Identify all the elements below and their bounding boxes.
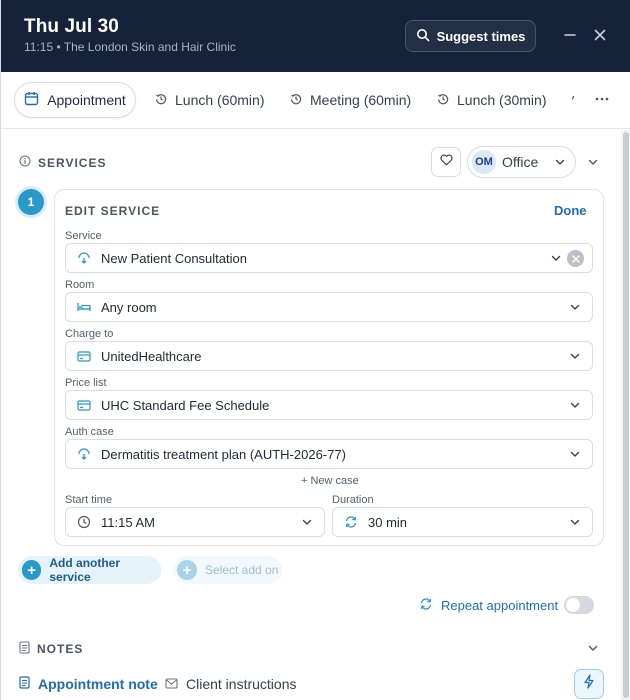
page-subtitle: 11:15 • The London Skin and Hair Clinic <box>24 40 236 54</box>
new-case-link[interactable]: + New case <box>301 475 359 487</box>
charge-to-value: UnitedHealthcare <box>101 348 202 364</box>
select-add-on-button[interactable]: + Select add on <box>173 556 282 584</box>
repeat-toggle[interactable] <box>564 596 594 614</box>
tab-label: Appointment <box>47 92 126 108</box>
notes-collapse-icon[interactable] <box>585 640 601 656</box>
price-list-value: UHC Standard Fee Schedule <box>101 397 270 413</box>
document-icon <box>19 641 30 657</box>
room-select[interactable]: Any room <box>65 292 593 322</box>
suggest-times-label: Suggest times <box>436 28 526 44</box>
price-list-label: Price list <box>65 377 107 389</box>
service-select[interactable]: New Patient Consultation <box>65 243 593 273</box>
auth-case-select[interactable]: Dermatitis treatment plan (AUTH-2026-77) <box>65 439 593 469</box>
repeat-icon <box>343 514 359 530</box>
quick-actions-button[interactable] <box>574 669 604 699</box>
chevron-down-icon <box>569 350 581 365</box>
lightning-icon <box>583 674 595 694</box>
repeat-appointment-link[interactable]: Repeat appointment <box>419 597 558 614</box>
more-tabs-icon[interactable] <box>595 92 609 111</box>
service-icon <box>76 250 92 266</box>
plus-icon: + <box>22 560 42 580</box>
chevron-down-icon <box>569 399 581 414</box>
history-icon <box>290 92 302 108</box>
scrollbar-thumb[interactable] <box>623 132 629 698</box>
charge-to-select[interactable]: UnitedHealthcare <box>65 341 593 371</box>
office-label: Office <box>502 154 539 170</box>
duration-value: 30 min <box>368 514 408 530</box>
room-value: Any room <box>101 299 157 315</box>
duration-label: Duration <box>332 494 374 506</box>
chevron-down-icon <box>569 516 581 531</box>
office-avatar: OM <box>472 150 496 174</box>
start-time-value: 11:15 AM <box>101 514 155 530</box>
step-number: 1 <box>18 189 44 215</box>
toggle-knob <box>566 598 580 612</box>
favorite-button[interactable] <box>431 147 461 177</box>
service-icon <box>76 446 92 462</box>
tab-label: Lunch (60min) <box>175 92 265 108</box>
chevron-down-icon <box>569 301 581 316</box>
tab-client-instructions[interactable]: Client instructions <box>165 676 297 692</box>
start-time-select[interactable]: 11:15 AM <box>65 507 325 537</box>
services-heading: SERVICES <box>19 155 106 170</box>
suggest-times-button[interactable]: Suggest times <box>405 20 536 52</box>
history-icon <box>571 92 579 108</box>
credit-card-icon <box>76 397 92 413</box>
repeat-icon <box>419 597 433 614</box>
service-value: New Patient Consultation <box>101 250 247 266</box>
tab-lunch-60[interactable]: Lunch (60min) <box>155 82 265 118</box>
calendar-icon <box>24 91 39 109</box>
tab-appointment[interactable]: Appointment <box>14 82 136 118</box>
service-label: Service <box>65 230 102 242</box>
appointment-type-tabs: Appointment Lunch (60min) Meeting (60min… <box>1 72 630 129</box>
minimize-icon[interactable] <box>559 24 581 46</box>
credit-card-icon <box>76 348 92 364</box>
tab-lunch-30[interactable]: Lunch (30min) <box>437 82 547 118</box>
tab-meeting-60[interactable]: Meeting (60min) <box>290 82 411 118</box>
chevron-down-icon <box>569 448 581 463</box>
done-button[interactable]: Done <box>554 203 587 218</box>
services-collapse-icon[interactable] <box>585 154 601 170</box>
appointment-panel: Thu Jul 30 11:15 • The London Skin and H… <box>0 0 630 700</box>
heart-icon <box>439 153 453 171</box>
tab-appointment-note[interactable]: Appointment note <box>19 676 158 692</box>
price-list-select[interactable]: UHC Standard Fee Schedule <box>65 390 593 420</box>
office-select[interactable]: OM Office <box>467 146 576 178</box>
auth-case-label: Auth case <box>65 426 114 438</box>
auth-case-value: Dermatitis treatment plan (AUTH-2026-77) <box>101 446 346 462</box>
search-icon <box>416 28 430 45</box>
chevron-down-icon <box>550 252 562 267</box>
history-icon <box>437 92 449 108</box>
document-icon <box>19 676 30 692</box>
history-icon <box>155 92 167 108</box>
start-time-label: Start time <box>65 494 113 506</box>
notes-heading: NOTES <box>19 641 83 657</box>
plus-icon: + <box>177 560 197 580</box>
page-title: Thu Jul 30 <box>24 16 119 37</box>
charge-to-label: Charge to <box>65 328 114 340</box>
chevron-down-icon <box>554 156 566 168</box>
info-icon <box>19 155 31 170</box>
room-label: Room <box>65 279 95 291</box>
clock-icon <box>76 514 92 530</box>
tab-label: Meeting (60min) <box>310 92 412 108</box>
tab-label: Lunch (30min) <box>457 92 547 108</box>
clear-service-icon[interactable] <box>567 250 584 267</box>
tab-more-partial[interactable] <box>571 82 579 118</box>
chevron-down-icon <box>301 516 313 531</box>
bed-icon <box>76 299 92 315</box>
panel-header: Thu Jul 30 11:15 • The London Skin and H… <box>1 0 630 72</box>
mail-icon <box>165 676 178 692</box>
close-icon[interactable] <box>589 24 611 46</box>
add-another-service-button[interactable]: + Add another service <box>18 556 161 584</box>
edit-service-title: EDIT SERVICE <box>65 204 161 218</box>
duration-select[interactable]: 30 min <box>332 507 593 537</box>
